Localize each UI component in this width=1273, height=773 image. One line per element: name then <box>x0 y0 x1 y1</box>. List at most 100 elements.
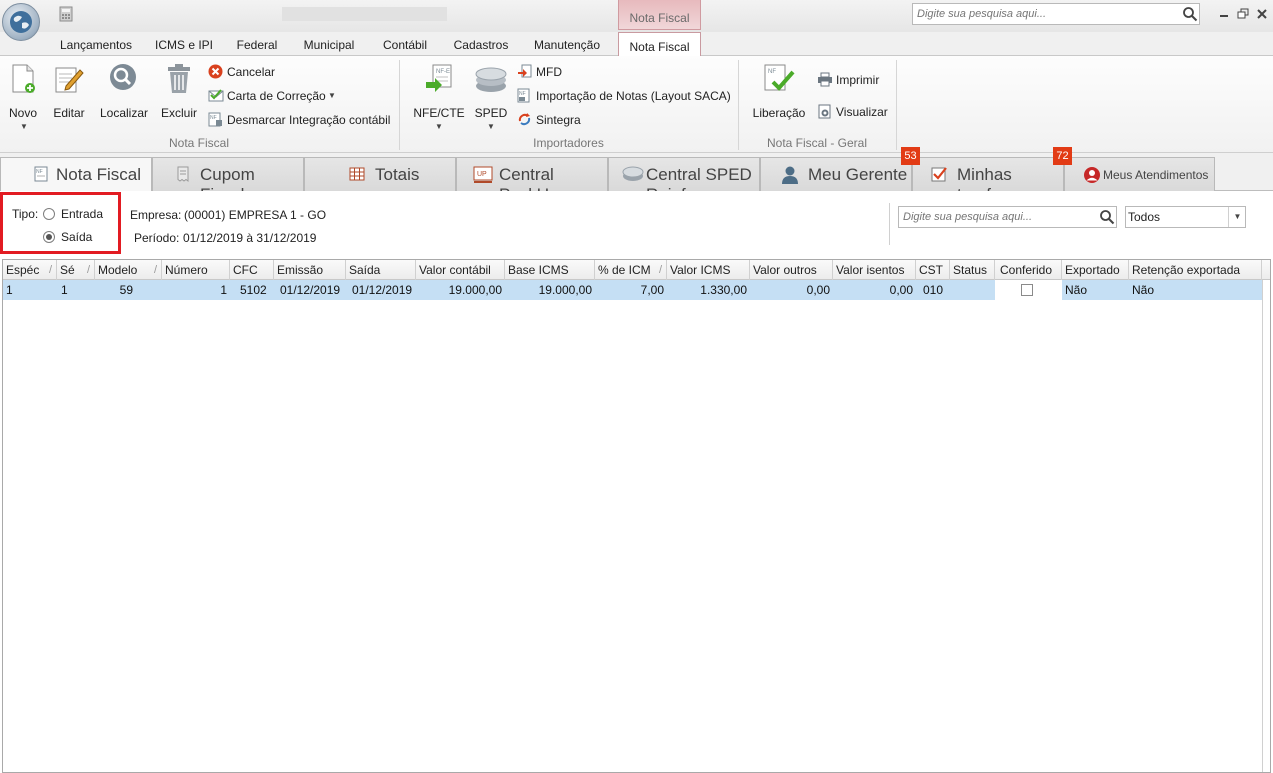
tab-meu-gerente[interactable]: Meu Gerente <box>760 157 912 191</box>
tab-cupom-fiscal[interactable]: Cupom Fiscal <box>152 157 304 204</box>
document-approve-icon: NF <box>764 64 795 91</box>
cell-conferido <box>995 280 1062 300</box>
minimize-icon[interactable] <box>1218 8 1230 20</box>
chevron-down-icon: ▼ <box>435 122 443 131</box>
tab-totais[interactable]: Totais <box>304 157 456 191</box>
col-valor-isentos[interactable]: Valor isentos <box>833 260 916 280</box>
app-menu-button[interactable] <box>2 3 40 41</box>
excluir-button[interactable]: Excluir <box>156 60 202 132</box>
tab-manutencao[interactable]: Manutenção <box>524 36 610 56</box>
cancelar-button[interactable]: Cancelar <box>208 63 298 81</box>
group-label-nota-fiscal: Nota Fiscal <box>168 136 230 150</box>
visualizar-button[interactable]: Visualizar <box>817 103 897 121</box>
col-valor-contabil[interactable]: Valor contábil <box>416 260 505 280</box>
search-icon[interactable] <box>1096 207 1117 227</box>
novo-label: Novo <box>8 106 37 120</box>
trash-icon <box>168 64 190 93</box>
desmarcar-label: Desmarcar Integração contábil <box>227 113 391 127</box>
importacao-notas-button[interactable]: NF Importação de Notas (Layout SACA) <box>517 87 732 105</box>
cell-emissao: 01/12/2019 <box>280 283 341 297</box>
radio-entrada[interactable] <box>43 208 55 220</box>
tab-icms-ipi[interactable]: ICMS e IPI <box>148 36 220 56</box>
col-conferido[interactable]: Conferido <box>995 260 1062 280</box>
localizar-button[interactable]: Localizar <box>96 60 152 132</box>
cell-cfc: 5102 <box>240 283 267 297</box>
nf-document-icon: NF <box>34 166 48 182</box>
col-saida[interactable]: Saída <box>346 260 416 280</box>
tab-meus-atendimentos[interactable]: Meus Atendimentos <box>1064 157 1215 191</box>
tab-meu-gerente-label: Meu Gerente <box>808 165 908 184</box>
status-filter-select[interactable]: Todos ▼ <box>1125 206 1246 228</box>
radio-saida[interactable] <box>43 231 55 243</box>
search-icon[interactable] <box>1179 4 1200 24</box>
col-modelo[interactable]: Modelo / <box>95 260 162 280</box>
col-valor-icms[interactable]: Valor ICMS <box>667 260 750 280</box>
col-status[interactable]: Status <box>950 260 995 280</box>
editar-button[interactable]: Editar <box>46 60 92 132</box>
empresa-value: (00001) EMPRESA 1 - GO <box>184 208 327 222</box>
mfd-button[interactable]: MFD <box>517 63 577 81</box>
tab-federal[interactable]: Federal <box>228 36 286 56</box>
desmarcar-integracao-button[interactable]: NF Desmarcar Integração contábil <box>208 111 393 129</box>
tab-cadastros[interactable]: Cadastros <box>446 36 516 56</box>
cell-modelo: 59 <box>119 283 133 297</box>
cell-exportado: Não <box>1065 283 1088 297</box>
cell-valor-isentos: 0,00 <box>889 283 913 297</box>
envelope-check-icon <box>208 89 224 102</box>
conferido-checkbox[interactable] <box>1021 284 1033 296</box>
col-retencao-exportada[interactable]: Retenção exportada <box>1129 260 1262 280</box>
preview-icon <box>818 104 831 119</box>
sync-icon <box>518 113 531 126</box>
svg-text:NF: NF <box>768 69 776 75</box>
sped-label: SPED <box>474 106 508 120</box>
tab-minhas-tarefas[interactable]: Minhas tarefas <box>912 157 1064 204</box>
tab-lancamentos[interactable]: Lançamentos <box>52 36 140 56</box>
col-valor-outros[interactable]: Valor outros <box>750 260 833 280</box>
restore-icon[interactable] <box>1237 8 1249 20</box>
col-emissao[interactable]: Emissão <box>274 260 346 280</box>
grid-search-input[interactable] <box>899 207 1096 227</box>
chevron-down-icon: ▼ <box>487 122 495 131</box>
tab-central-sped-reinf[interactable]: Central SPED Reinf <box>608 157 760 204</box>
nf-document-icon: NF <box>208 112 222 127</box>
grid-search-box[interactable] <box>898 206 1117 228</box>
top-search-box[interactable] <box>912 3 1200 25</box>
editar-label: Editar <box>53 106 85 120</box>
cancelar-label: Cancelar <box>227 65 276 79</box>
tipo-label: Tipo: <box>12 207 39 221</box>
sintegra-button[interactable]: Sintegra <box>517 111 597 129</box>
tab-municipal[interactable]: Municipal <box>294 36 364 56</box>
packup-icon: UP <box>473 166 493 183</box>
carta-correcao-button[interactable]: Carta de Correção ▼ <box>208 87 338 105</box>
col-cst[interactable]: CST <box>916 260 950 280</box>
tab-nota-fiscal[interactable]: Nota Fiscal <box>618 32 701 57</box>
nfe-import-icon: NF-E <box>426 64 452 92</box>
tab-nota-fiscal-doc[interactable]: NF Nota Fiscal <box>0 157 152 192</box>
imprimir-button[interactable]: Imprimir <box>817 71 897 89</box>
status-filter-value: Todos <box>1128 210 1161 224</box>
tab-contabil[interactable]: Contábil <box>372 36 438 56</box>
calculator-icon[interactable] <box>58 6 74 22</box>
nfe-cte-button[interactable]: NF-E NFE/CTE ▼ <box>410 60 468 132</box>
col-especie[interactable]: Espéc / <box>3 260 57 280</box>
sintegra-label: Sintegra <box>536 113 581 127</box>
novo-button[interactable]: Novo ▼ <box>2 60 44 132</box>
col-numero[interactable]: Número <box>162 260 230 280</box>
liberacao-button[interactable]: NF Liberação <box>748 60 810 132</box>
table-row[interactable]: 1 1 59 1 5102 01/12/2019 01/12/2019 19.0… <box>3 280 1262 300</box>
tab-nota-fiscal-label: Nota Fiscal <box>56 165 142 184</box>
cell-valor-icms: 1.330,00 <box>700 283 747 297</box>
carta-correcao-label: Carta de Correção <box>227 89 326 103</box>
empresa-label: Empresa: <box>130 208 182 222</box>
top-search-input[interactable] <box>913 4 1179 24</box>
tab-central-packup[interactable]: UP Central PackUp <box>456 157 608 204</box>
col-cfc[interactable]: CFC <box>230 260 274 280</box>
col-exportado[interactable]: Exportado <box>1062 260 1129 280</box>
cancel-icon <box>208 64 223 79</box>
chevron-down-icon[interactable]: ▼ <box>1228 207 1246 227</box>
col-pct-icms[interactable]: % de ICM / <box>595 260 667 280</box>
close-icon[interactable] <box>1256 8 1268 20</box>
col-serie[interactable]: Sé / <box>57 260 95 280</box>
col-base-icms[interactable]: Base ICMS <box>505 260 595 280</box>
sped-button[interactable]: SPED ▼ <box>470 60 512 132</box>
